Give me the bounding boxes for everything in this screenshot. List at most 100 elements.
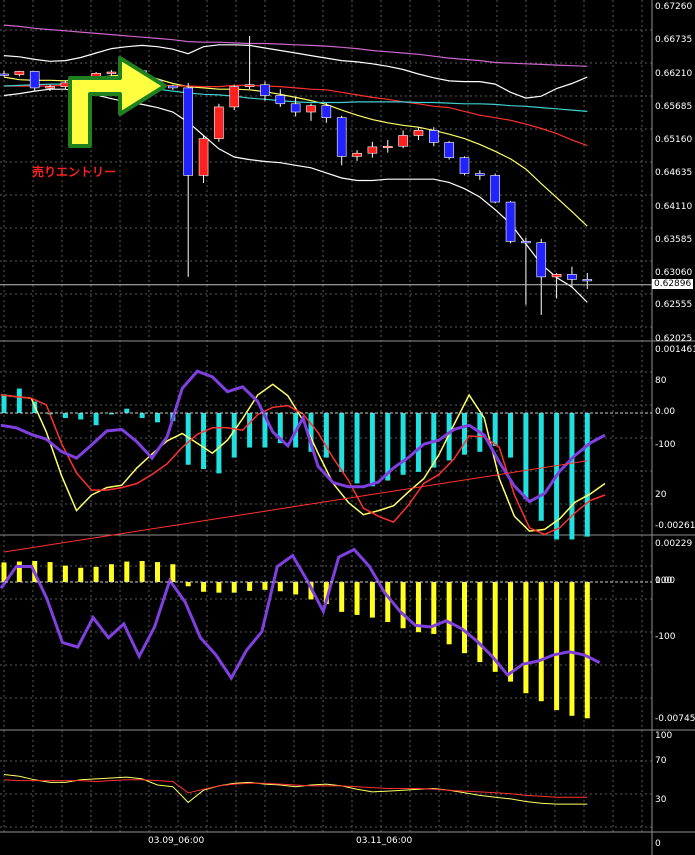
candle: [459, 156, 470, 176]
histogram-bar: [124, 408, 130, 413]
histogram-bar: [400, 582, 406, 629]
histogram-bar: [492, 413, 498, 447]
histogram-bar: [139, 561, 145, 582]
histogram-bar: [155, 413, 160, 423]
histogram-bar: [201, 413, 207, 470]
bear-candle-body: [536, 242, 547, 278]
candle: [229, 84, 240, 111]
candle: [214, 103, 224, 142]
price-axis-label: 0.63060: [655, 268, 693, 279]
price-axis-label: 0.62025: [655, 334, 693, 344]
bull-candle-body: [14, 71, 25, 75]
bull-candle-body: [244, 84, 255, 87]
candle: [29, 71, 40, 91]
histogram-bar: [415, 413, 421, 472]
histogram-bar: [201, 582, 207, 592]
histogram-bar: [216, 413, 222, 474]
histogram-bar: [538, 582, 544, 702]
oscillator-2-axis-label: -100: [655, 632, 676, 642]
price-axis-label: 0.67260: [655, 2, 693, 12]
histogram-bar: [231, 413, 237, 458]
bear-candle-body: [168, 85, 178, 89]
oscillator-3-axis-label: 70: [655, 756, 667, 766]
histogram-bar: [170, 564, 176, 582]
histogram-bar: [47, 562, 53, 582]
bear-candle-body: [444, 142, 454, 158]
bear-candle-body: [260, 84, 270, 96]
histogram-bar: [293, 582, 299, 595]
histogram-bar: [78, 413, 84, 420]
bull-candle-body: [382, 145, 393, 149]
oscillator-2-axis-label: 0.00: [655, 576, 676, 586]
histogram-bar: [523, 582, 529, 694]
bear-candle-body: [275, 95, 286, 105]
candle: [444, 141, 454, 160]
histogram-bar: [584, 582, 590, 719]
histogram-bar: [400, 413, 406, 475]
current-price-label: 0.62896: [652, 278, 694, 289]
histogram-bar: [523, 413, 529, 500]
histogram-bar: [508, 413, 514, 458]
histogram-bar: [554, 582, 560, 711]
bull-candle-body: [45, 86, 55, 89]
histogram-bar: [354, 413, 360, 484]
bear-candle-body: [505, 201, 516, 242]
price-axis-label: 0.66210: [655, 68, 693, 79]
oscillator-1-axis-label: 0.00: [655, 407, 676, 417]
bull-candle-body: [198, 138, 209, 176]
bull-candle-body: [229, 86, 240, 108]
price-axis-label: 0.64635: [655, 168, 693, 179]
chart-stage: [0, 0, 695, 855]
oscillator-2-axis-label: 0.00229: [655, 539, 693, 549]
histogram-bar: [16, 561, 22, 582]
time-axis-label: 03.11_06:00: [356, 836, 413, 846]
histogram-bar: [16, 388, 22, 413]
bull-candle-body: [352, 152, 362, 157]
histogram-bar: [508, 582, 514, 682]
histogram-bar: [569, 582, 575, 716]
histogram-bar: [339, 413, 345, 472]
oscillator-1-axis-label: -100: [655, 440, 676, 450]
histogram-bar: [385, 582, 391, 623]
histogram-bar: [446, 582, 452, 645]
histogram-bar: [262, 582, 268, 590]
oscillator-3-axis-label: 0: [655, 839, 661, 849]
histogram-bar: [369, 413, 375, 487]
histogram-bar: [369, 582, 375, 618]
oscillator-1-axis-label: 0.001461: [655, 345, 695, 355]
bear-candle-body: [183, 87, 193, 176]
bear-candle-body: [0, 73, 9, 76]
bear-candle-body: [582, 279, 593, 282]
histogram-bar: [277, 582, 283, 592]
sell-entry-label: 売りエントリー: [32, 165, 117, 179]
price-axis-label: 0.63585: [655, 235, 693, 246]
histogram-bar: [354, 582, 360, 615]
time-axis-label: 03.09_06:00: [148, 836, 205, 846]
oscillator-1-axis-label: 80: [655, 376, 667, 386]
histogram-bar: [1, 394, 7, 413]
bear-candle-body: [475, 173, 485, 176]
bear-candle-body: [336, 117, 347, 157]
histogram-bar: [93, 566, 99, 582]
histogram-bar: [538, 413, 544, 521]
histogram-bar: [93, 413, 99, 426]
oscillator-1-axis-label: -0.002618: [655, 521, 695, 531]
bear-candle-body: [459, 157, 470, 174]
candle: [490, 173, 501, 204]
price-axis-label: 0.65160: [655, 135, 693, 146]
oscillator-2-axis-label: -0.00745: [655, 714, 695, 724]
histogram-bar: [247, 413, 253, 448]
histogram-bar: [216, 582, 222, 593]
histogram-bar: [185, 582, 191, 587]
bull-candle-body: [367, 146, 378, 154]
bull-candle-body: [214, 106, 224, 139]
bear-candle-body: [490, 175, 501, 203]
oscillator-1-axis-label: 20: [655, 490, 667, 500]
bear-candle-body: [29, 71, 40, 89]
bear-candle-body: [521, 241, 531, 244]
histogram-bar: [155, 562, 160, 582]
bull-candle-body: [398, 135, 408, 147]
histogram-bar: [139, 413, 145, 419]
bull-candle-body: [306, 105, 316, 113]
price-axis-label: 0.66735: [655, 35, 693, 46]
